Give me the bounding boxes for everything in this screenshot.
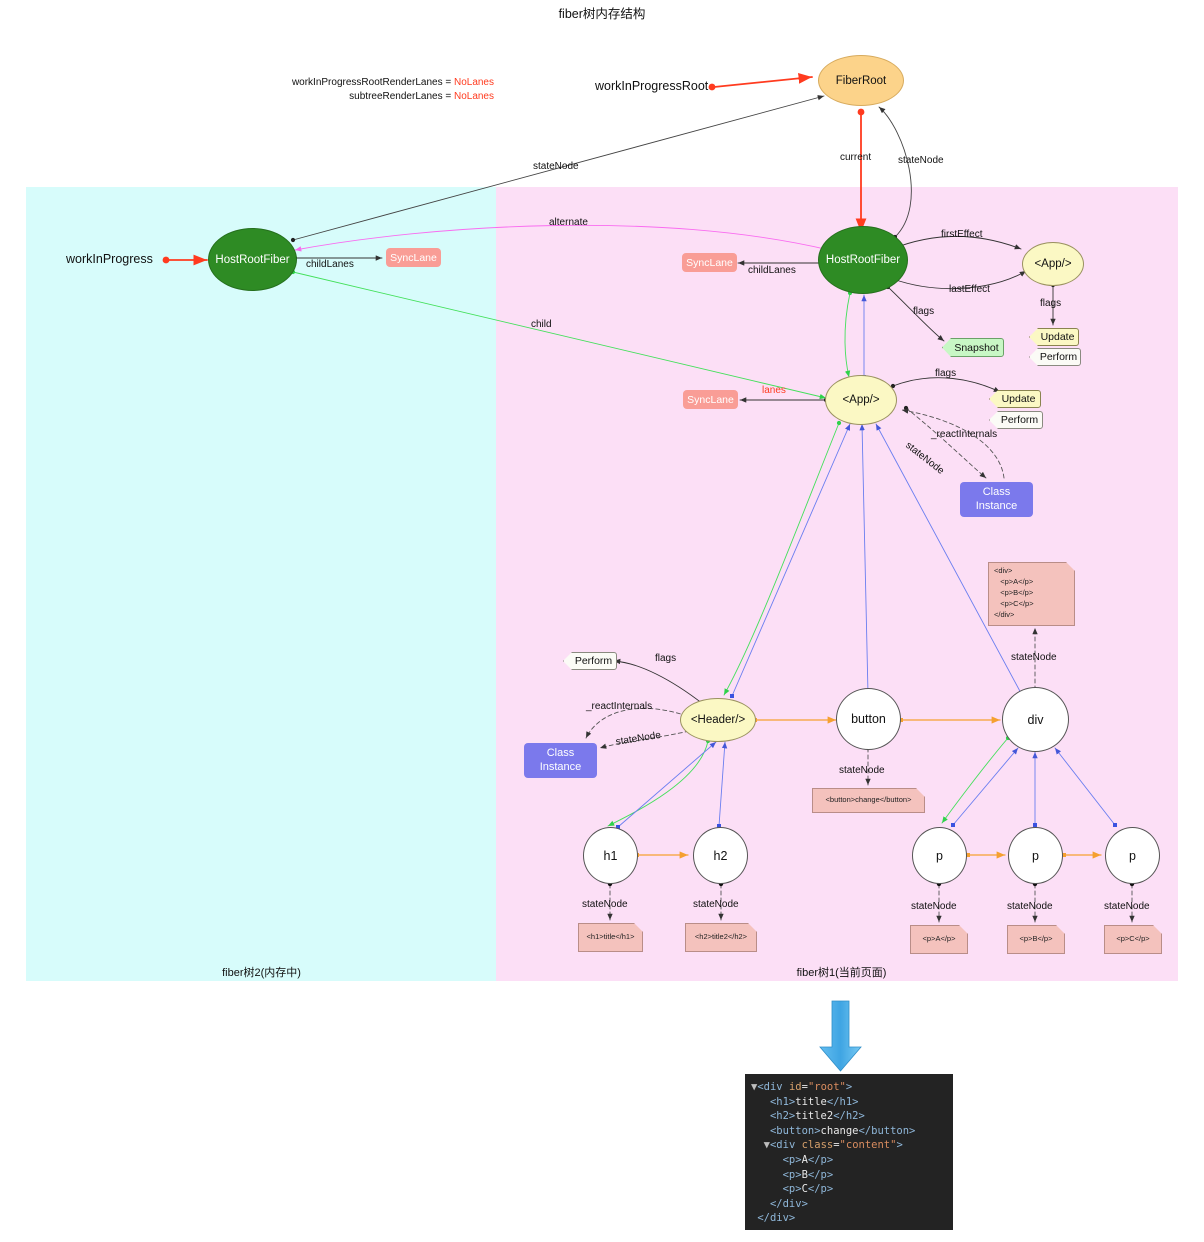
dom-line-3: <button>change</button> (769, 1124, 916, 1137)
dom-line-1: <h1>title</h1> (769, 1095, 859, 1108)
edgelabel-statenode-root: stateNode (898, 155, 944, 166)
edgelabel-reactinternals-app: _reactInternals (931, 429, 998, 440)
flag-perform-effect[interactable]: Perform (1029, 348, 1081, 366)
edgelabel-childlanes-current: childLanes (748, 265, 796, 276)
note-h1-statenode: <h1>title</h1> (578, 923, 643, 952)
edgelabel-reactinternals-header: _reactInternals (586, 701, 653, 712)
node-div[interactable]: div (1002, 687, 1069, 752)
node-p-1[interactable]: p (912, 827, 967, 884)
lane-synclane-app[interactable]: SyncLane (683, 390, 738, 409)
class-instance-app-line2: Instance (975, 499, 1018, 512)
flag-update-app[interactable]: Update (989, 390, 1041, 408)
class-instance-header-line2: Instance (539, 760, 582, 773)
edgelabel-statenode-div: stateNode (1011, 652, 1057, 663)
edgelabel-firsteffect: firstEffect (941, 229, 983, 240)
edgelabel-statenode-p1: stateNode (911, 901, 957, 912)
dom-line-0: ▼<div id="root"> (751, 1081, 853, 1093)
class-instance-header-line1: Class (546, 746, 575, 759)
edgelabel-statenode-p2: stateNode (1007, 901, 1053, 912)
edgelabel-child: child (531, 319, 552, 330)
note-h2-statenode: <h2>title2</h2> (685, 923, 757, 952)
global-subtree-render-lanes: subtreeRenderLanes = NoLanes (349, 91, 494, 102)
dom-line-4: ▼<div class="content"> (763, 1139, 903, 1152)
node-class-instance-app[interactable]: Class Instance (960, 482, 1033, 517)
diagram-canvas: fiber树内存结构 workInProgressRootRenderLanes… (0, 0, 1204, 1242)
node-hostrootfiber-wip[interactable]: HostRootFiber (208, 228, 297, 291)
dom-preview-panel: ▼<div id="root"> <h1>title</h1> <h2>titl… (745, 1074, 953, 1230)
caption-wip-tree: fiber树2(内存中) (222, 967, 301, 979)
lane-synclane-current[interactable]: SyncLane (682, 253, 737, 272)
node-header[interactable]: <Header/> (680, 698, 756, 742)
edgelabel-alternate: alternate (549, 217, 588, 228)
dom-line-8: </div> (769, 1197, 808, 1210)
flag-perform-header[interactable]: Perform (563, 652, 617, 670)
flag-snapshot[interactable]: Snapshot (942, 338, 1004, 357)
dom-line-5: <p>A</p> (782, 1153, 834, 1166)
node-p-3[interactable]: p (1105, 827, 1160, 884)
node-fiberroot[interactable]: FiberRoot (818, 55, 904, 106)
global-wip-render-lanes: workInProgressRootRenderLanes = NoLanes (291, 77, 494, 88)
edgelabel-flags-hostroot: flags (913, 306, 935, 317)
node-h1[interactable]: h1 (583, 827, 638, 884)
edgelabel-statenode-wip: stateNode (533, 161, 579, 172)
edgelabel-childlanes-wip: childLanes (306, 259, 354, 270)
dom-line-6: <p>B</p> (782, 1168, 834, 1181)
note-p2-statenode: <p>B</p> (1007, 925, 1065, 954)
node-p-2[interactable]: p (1008, 827, 1063, 884)
edgelabel-statenode-h1: stateNode (582, 899, 628, 910)
page-title: fiber树内存结构 (558, 7, 646, 21)
nolanes-value-1: NoLanes (453, 77, 494, 88)
flag-update-effect[interactable]: Update (1029, 328, 1079, 346)
dom-line-2: <h2>title2</h2> (769, 1110, 865, 1123)
note-p3-statenode: <p>C</p> (1104, 925, 1162, 954)
caption-current-tree: fiber树1(当前页面) (796, 967, 887, 979)
edgelabel-statenode-h2: stateNode (693, 899, 739, 910)
edgelabel-statenode-p3: stateNode (1104, 901, 1150, 912)
label-workinprogressroot: workInProgressRoot (595, 79, 709, 93)
node-hostrootfiber-current[interactable]: HostRootFiber (818, 226, 908, 294)
dom-line-7: <p>C</p> (782, 1183, 834, 1196)
edgelabel-flags-header: flags (655, 653, 677, 664)
label-workinprogress: workInProgress (66, 252, 153, 266)
dom-line-9: </div> (757, 1212, 796, 1225)
note-div-statenode: <div> <p>A</p> <p>B</p> <p>C</p> </div> (988, 562, 1075, 626)
node-h2[interactable]: h2 (693, 827, 748, 884)
lane-synclane-wip[interactable]: SyncLane (386, 248, 441, 267)
flag-perform-app[interactable]: Perform (989, 411, 1043, 429)
blue-down-arrow (819, 1000, 862, 1072)
node-class-instance-header[interactable]: Class Instance (524, 743, 597, 778)
note-p1-statenode: <p>A</p> (910, 925, 968, 954)
node-app-effect[interactable]: <App/> (1022, 242, 1084, 286)
edgelabel-flags-appeffect: flags (1040, 298, 1062, 309)
edgelabel-statenode-button: stateNode (839, 765, 885, 776)
edgelabel-lasteffect: lastEffect (949, 284, 990, 295)
panel-workinprogress-tree (26, 187, 496, 981)
edgelabel-current: current (840, 152, 872, 163)
note-button-statenode: <button>change</button> (812, 788, 925, 813)
edgelabel-flags-app: flags (935, 368, 957, 379)
node-button[interactable]: button (836, 688, 901, 750)
node-app-fiber[interactable]: <App/> (825, 375, 897, 425)
nolanes-value-2: NoLanes (453, 91, 494, 102)
edgelabel-lanes: lanes (762, 385, 786, 396)
class-instance-app-line1: Class (982, 485, 1011, 498)
